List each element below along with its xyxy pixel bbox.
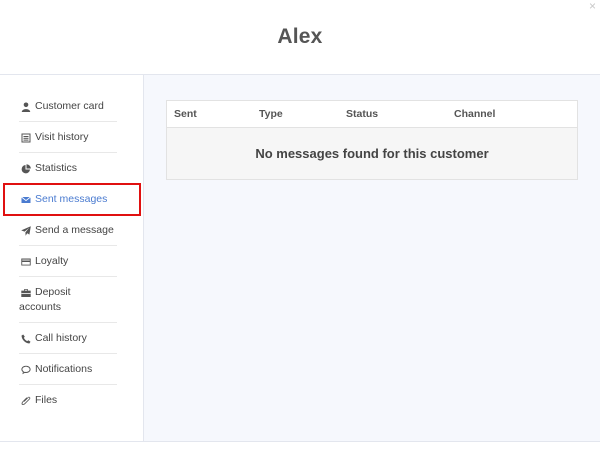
- phone-icon: [19, 332, 32, 345]
- pie-chart-icon: [19, 162, 32, 175]
- sent-messages-table: Sent Type Status Channel No messages fou…: [166, 100, 578, 180]
- sidebar-item-sent-messages[interactable]: Sent messages: [3, 183, 141, 216]
- table-header-row: Sent Type Status Channel: [167, 101, 577, 128]
- empty-state-message: No messages found for this customer: [255, 146, 489, 161]
- briefcase-icon: [19, 286, 32, 299]
- chat-bubble-icon: [19, 363, 32, 376]
- sidebar-item-notifications[interactable]: Notifications: [19, 354, 117, 385]
- sidebar-item-label: Sent messages: [35, 193, 108, 205]
- modal-header: Alex: [0, 0, 600, 75]
- sidebar-item-files[interactable]: Files: [19, 385, 117, 415]
- sidebar-item-label-block: Deposit accounts: [19, 286, 71, 314]
- list-icon: [19, 131, 32, 144]
- sidebar-item-label: Deposit: [35, 286, 71, 298]
- customer-name-title: Alex: [277, 25, 323, 48]
- sidebar-item-statistics[interactable]: Statistics: [19, 153, 117, 184]
- main-panel: Sent Type Status Channel No messages fou…: [144, 75, 600, 441]
- user-icon: [19, 100, 32, 113]
- column-header-sent[interactable]: Sent: [167, 108, 252, 120]
- column-header-type[interactable]: Type: [252, 108, 339, 120]
- sidebar-item-label: Call history: [35, 332, 87, 344]
- credit-card-icon: [19, 255, 32, 268]
- sidebar-item-label: Statistics: [35, 162, 78, 174]
- sidebar-item-label: Visit history: [35, 131, 89, 143]
- paper-plane-icon: [19, 224, 32, 237]
- sidebar-item-visit-history[interactable]: Visit history: [19, 122, 117, 153]
- close-icon[interactable]: ×: [589, 0, 596, 12]
- sidebar-item-label: Customer card: [35, 100, 104, 112]
- column-header-status[interactable]: Status: [339, 108, 447, 120]
- footer-divider: [0, 441, 600, 442]
- sidebar-item-customer-card[interactable]: Customer card: [19, 91, 117, 122]
- sidebar-item-label: Send a message: [35, 224, 114, 236]
- sidebar-item-call-history[interactable]: Call history: [19, 323, 117, 354]
- sidebar-item-label: Loyalty: [35, 255, 69, 267]
- sidebar-item-loyalty[interactable]: Loyalty: [19, 246, 117, 277]
- modal-body: Customer card Visit history Statistics S…: [0, 75, 600, 441]
- column-header-channel[interactable]: Channel: [447, 108, 577, 120]
- envelope-icon: [19, 193, 32, 206]
- paperclip-icon: [19, 394, 32, 407]
- sidebar: Customer card Visit history Statistics S…: [0, 75, 144, 441]
- sidebar-item-label: Files: [35, 394, 58, 406]
- sidebar-item-send-a-message[interactable]: Send a message: [19, 215, 117, 246]
- sidebar-item-label: Notifications: [35, 363, 93, 375]
- sidebar-item-deposit-accounts[interactable]: Deposit accounts: [19, 277, 117, 323]
- sidebar-item-label-line2: accounts: [19, 301, 62, 313]
